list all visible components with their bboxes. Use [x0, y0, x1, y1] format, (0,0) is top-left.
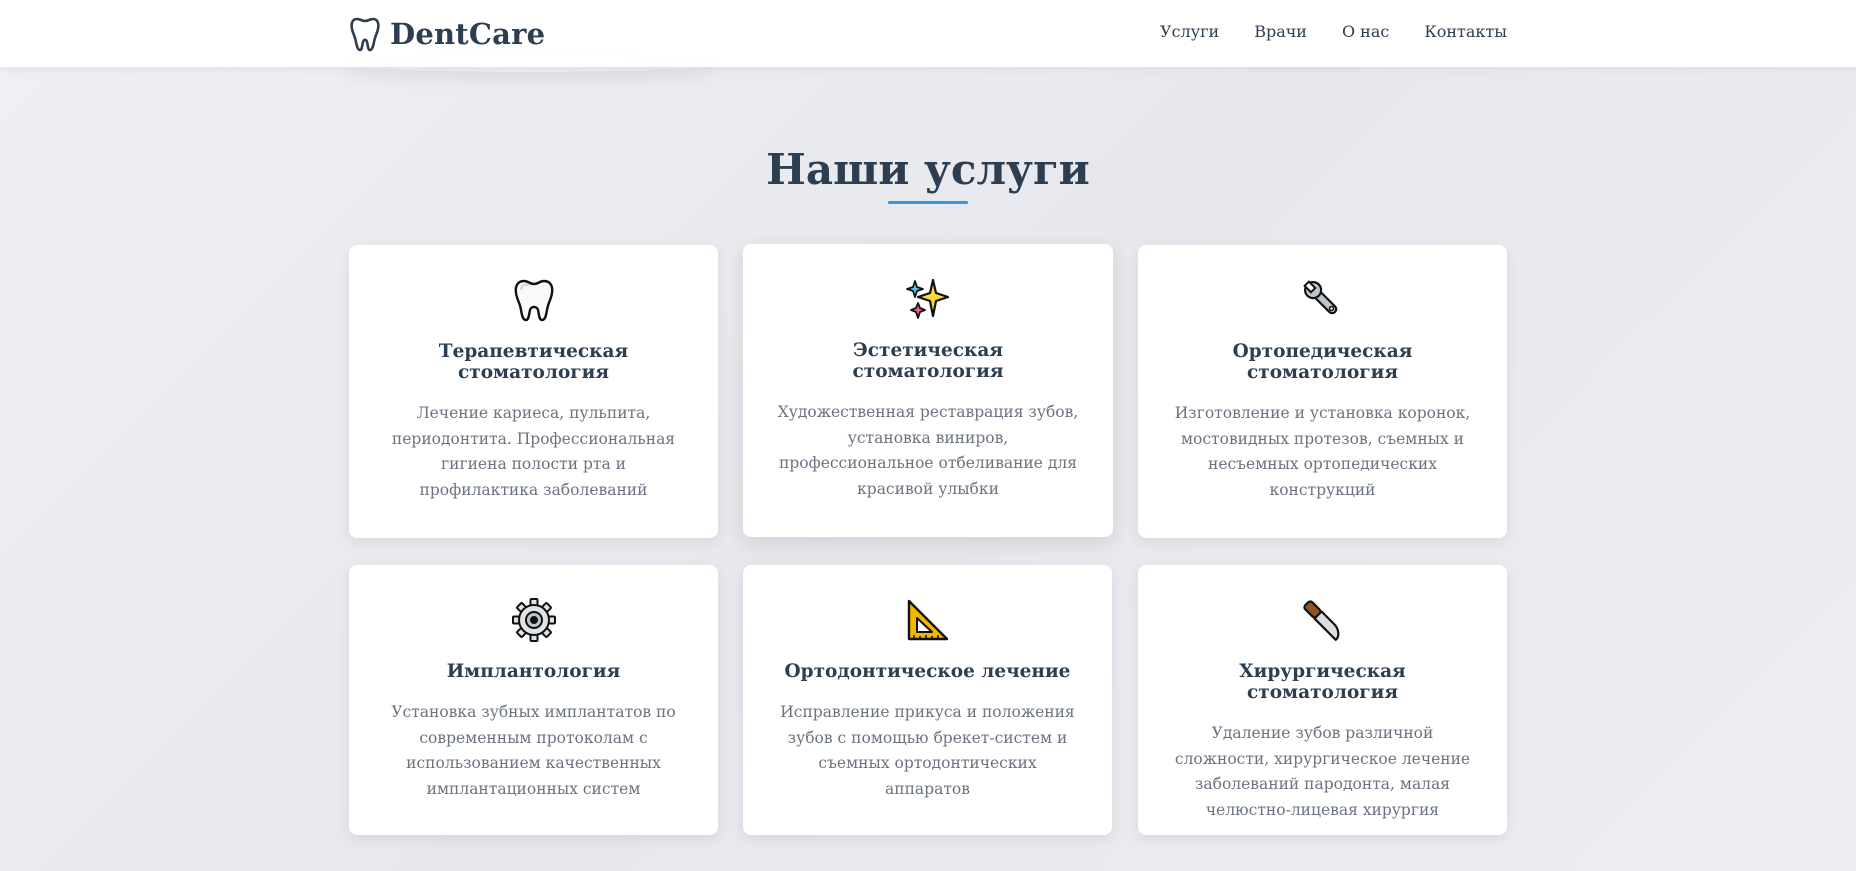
nav-link-contacts[interactable]: Контакты [1424, 22, 1507, 41]
service-card-therapeutic[interactable]: Терапевтическая стоматология Лечение кар… [349, 245, 718, 538]
section-title: Наши услуги [766, 145, 1090, 194]
brand-logo[interactable]: DentCare [349, 16, 545, 52]
site-header: DentCare Услуги Врачи О нас Контакты [0, 0, 1856, 67]
card-title: Терапевтическая стоматология [438, 341, 629, 383]
service-card-orthodontic[interactable]: Ортодонтическое лечение Исправление прик… [743, 565, 1112, 835]
nav-link-about[interactable]: О нас [1342, 22, 1389, 41]
sparkles-icon [906, 278, 950, 319]
tooth-icon [350, 17, 380, 52]
brand-name: DentCare [390, 17, 546, 51]
service-card-implantology[interactable]: Имплантология Установка зубных имплантат… [349, 565, 718, 835]
nav-link-doctors[interactable]: Врачи [1254, 22, 1307, 41]
card-title: Ортопедическая стоматология [1232, 341, 1413, 383]
service-card-orthopedic[interactable]: Ортопедическая стоматология Изготовление… [1138, 245, 1507, 538]
card-title: Эстетическая стоматология [852, 340, 1004, 382]
card-description: Исправление прикуса и положения зубов с … [780, 703, 1075, 798]
nav-link-services[interactable]: Услуги [1160, 22, 1219, 41]
service-card-surgery[interactable]: Хирургическая стоматология Удаление зубо… [1138, 565, 1507, 835]
card-description: Художественная реставрация зубов, устано… [777, 403, 1079, 498]
card-description: Лечение кариеса, пульпита, периодонтита.… [391, 404, 676, 499]
main-nav: Услуги Врачи О нас Контакты [1160, 22, 1507, 41]
title-underline [888, 201, 968, 204]
card-description: Установка зубных имплантатов по современ… [391, 703, 676, 798]
tooth-icon [514, 279, 553, 322]
gear-icon [511, 598, 556, 642]
card-title: Хирургическая стоматология [1239, 661, 1406, 703]
triangular-ruler-icon [907, 599, 948, 641]
wrench-icon [1302, 280, 1337, 315]
card-title: Имплантология [446, 661, 621, 682]
card-title: Ортодонтическое лечение [784, 661, 1071, 682]
service-card-aesthetic[interactable]: Эстетическая стоматология Художественная… [743, 244, 1113, 537]
card-description: Изготовление и установка коронок, мостов… [1174, 404, 1471, 499]
knife-icon [1302, 600, 1339, 641]
card-description: Удаление зубов различной сложности, хиру… [1174, 724, 1471, 819]
